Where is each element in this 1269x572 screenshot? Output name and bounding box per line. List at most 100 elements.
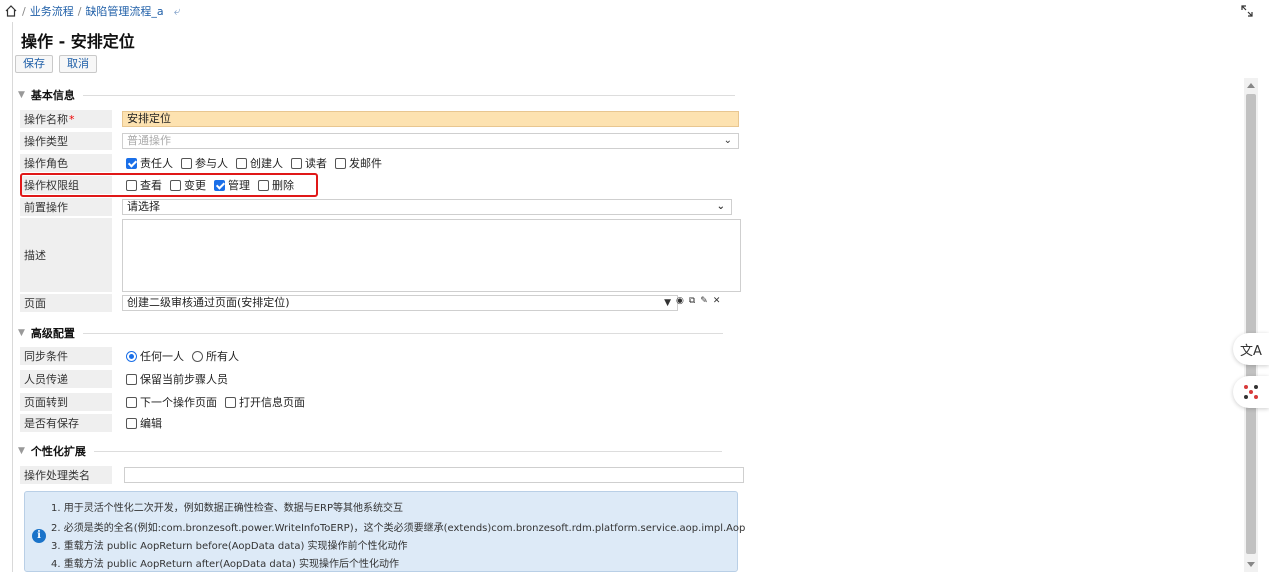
translate-icon: 文A [1240, 343, 1262, 359]
note-line: 1. 用于灵活个性化二次开发，例如数据正确性检查、数据与ERP等其他系统交互 [51, 503, 404, 514]
description-textarea[interactable] [122, 218, 741, 292]
field-operation-type: 操作类型 普通操作 ⌄ [10, 132, 739, 150]
field-label: 页面转到 [20, 393, 112, 411]
field-page-jump: 页面转到 下一个操作页面 打开信息页面 [10, 393, 313, 411]
checkbox[interactable] [126, 417, 137, 429]
field-label: 操作角色 [20, 154, 112, 172]
chevron-down-icon: ⌄ [716, 201, 725, 212]
info-notes: i 1. 用于灵活个性化二次开发，例如数据正确性检查、数据与ERP等其他系统交互… [24, 491, 745, 572]
sync-radio-anyone[interactable]: 任何一人 [126, 348, 184, 364]
checkbox-label: 打开信息页面 [239, 396, 305, 409]
toolbar: 保存 取消 [15, 55, 97, 73]
checkbox[interactable] [335, 157, 346, 169]
page-select[interactable]: 创建二级审核通过页面(安排定位) ▼ [122, 295, 678, 311]
breadcrumb-separator: / [22, 4, 26, 18]
page-title: 操作 - 安排定位 [21, 32, 135, 51]
scroll-down-icon[interactable] [1247, 562, 1255, 567]
scroll-up-icon[interactable] [1247, 83, 1255, 88]
scrollbar-thumb[interactable] [1246, 94, 1256, 554]
checkbox-label: 参与人 [195, 157, 228, 170]
field-has-save: 是否有保存 编辑 [10, 414, 170, 432]
checkbox[interactable] [291, 157, 302, 169]
checkbox-label: 保留当前步骤人员 [140, 373, 228, 386]
handler-class-input[interactable] [124, 467, 744, 483]
field-operation-role: 操作角色 责任人 参与人 创建人 读者 发邮件 [10, 154, 390, 172]
breadcrumb-item-defect-flow[interactable]: 缺陷管理流程_a [85, 3, 163, 19]
radio[interactable] [126, 350, 137, 362]
field-page: 页面 创建二级审核通过页面(安排定位) ▼ [10, 294, 678, 312]
keep-current-step-checkbox[interactable]: 保留当前步骤人员 [126, 371, 228, 387]
field-person-pass: 人员传递 保留当前步骤人员 [10, 370, 236, 388]
field-label: 页面 [20, 294, 112, 312]
highlight-box [20, 173, 318, 197]
chevron-down-icon: ⌄ [723, 135, 732, 146]
divider [82, 332, 723, 334]
checkbox[interactable] [181, 157, 192, 169]
section-advanced-header[interactable]: ▼ 高级配置 [18, 325, 723, 341]
open-info-page-checkbox[interactable]: 打开信息页面 [225, 394, 305, 410]
checkbox-label: 编辑 [140, 417, 162, 430]
eye-icon[interactable]: ◉ [676, 296, 684, 306]
checkbox[interactable] [236, 157, 247, 169]
breadcrumb-item-process[interactable]: 业务流程 [30, 3, 74, 19]
divider [82, 94, 735, 96]
sync-radio-all[interactable]: 所有人 [192, 348, 239, 364]
section-title: 个性化扩展 [30, 445, 86, 458]
role-checkbox-reader[interactable]: 读者 [291, 155, 327, 171]
network-icon [1244, 385, 1258, 399]
field-label: 操作处理类名 [20, 466, 112, 484]
checkbox-label: 创建人 [250, 157, 283, 170]
select-value: 请选择 [127, 200, 160, 213]
select-value: 创建二级审核通过页面(安排定位) [127, 296, 290, 309]
home-icon[interactable] [4, 4, 18, 18]
required-marker: * [69, 112, 75, 126]
breadcrumb: / 业务流程 / 缺陷管理流程_a ⤶ [0, 0, 1269, 22]
expand-icon[interactable] [1239, 3, 1255, 19]
field-handler-class: 操作处理类名 [10, 466, 744, 484]
caret-down-icon: ▼ [664, 298, 671, 308]
info-icon: i [32, 529, 46, 543]
field-sync-condition: 同步条件 任何一人 所有人 [10, 347, 247, 365]
edit-icon[interactable]: ✎ [700, 296, 708, 306]
operation-type-select[interactable]: 普通操作 ⌄ [122, 133, 739, 149]
copy-icon[interactable]: ⧉ [689, 296, 695, 306]
pre-operation-select[interactable]: 请选择 ⌄ [122, 199, 732, 215]
breadcrumb-separator: / [77, 4, 82, 18]
role-checkbox-owner[interactable]: 责任人 [126, 155, 173, 171]
section-basic-header[interactable]: ▼ 基本信息 [18, 87, 735, 103]
role-checkbox-participant[interactable]: 参与人 [181, 155, 228, 171]
note-line: 4. 重载方法 public AopReturn after(AopData d… [51, 559, 400, 570]
page-tools: ◉ ⧉ ✎ ✕ [676, 296, 720, 306]
translate-button[interactable]: 文A [1233, 333, 1269, 365]
role-checkbox-creator[interactable]: 创建人 [236, 155, 283, 171]
collapse-caret-icon[interactable]: ▼ [18, 446, 25, 456]
field-label: 前置操作 [20, 198, 112, 216]
field-label: 同步条件 [20, 347, 112, 365]
checkbox-label: 责任人 [140, 157, 173, 170]
next-operation-page-checkbox[interactable]: 下一个操作页面 [126, 394, 217, 410]
close-icon[interactable]: ✕ [713, 296, 721, 306]
checkbox[interactable] [126, 157, 137, 169]
field-label: 操作类型 [20, 132, 112, 150]
note-line: 3. 重载方法 public AopReturn before(AopData … [51, 541, 408, 552]
select-value: 普通操作 [127, 134, 171, 147]
edit-checkbox[interactable]: 编辑 [126, 415, 162, 431]
assistant-button[interactable] [1233, 376, 1269, 408]
radio[interactable] [192, 350, 203, 362]
checkbox[interactable] [225, 396, 236, 408]
field-description: 描述 [10, 218, 741, 292]
collapse-caret-icon[interactable]: ▼ [18, 90, 25, 100]
checkbox[interactable] [126, 373, 137, 385]
section-title: 高级配置 [30, 327, 75, 340]
role-checkbox-send-mail[interactable]: 发邮件 [335, 155, 382, 171]
field-operation-name: 操作名称 * 安排定位 [10, 110, 739, 128]
cancel-button[interactable]: 取消 [59, 55, 97, 73]
checkbox-label: 发邮件 [349, 157, 382, 170]
checkbox[interactable] [126, 396, 137, 408]
save-button[interactable]: 保存 [15, 55, 53, 73]
field-label: 描述 [20, 218, 112, 292]
back-icon[interactable]: ⤶ [174, 4, 181, 19]
operation-name-input[interactable]: 安排定位 [122, 111, 739, 127]
collapse-caret-icon[interactable]: ▼ [18, 328, 25, 338]
section-custom-header[interactable]: ▼ 个性化扩展 [18, 443, 722, 459]
